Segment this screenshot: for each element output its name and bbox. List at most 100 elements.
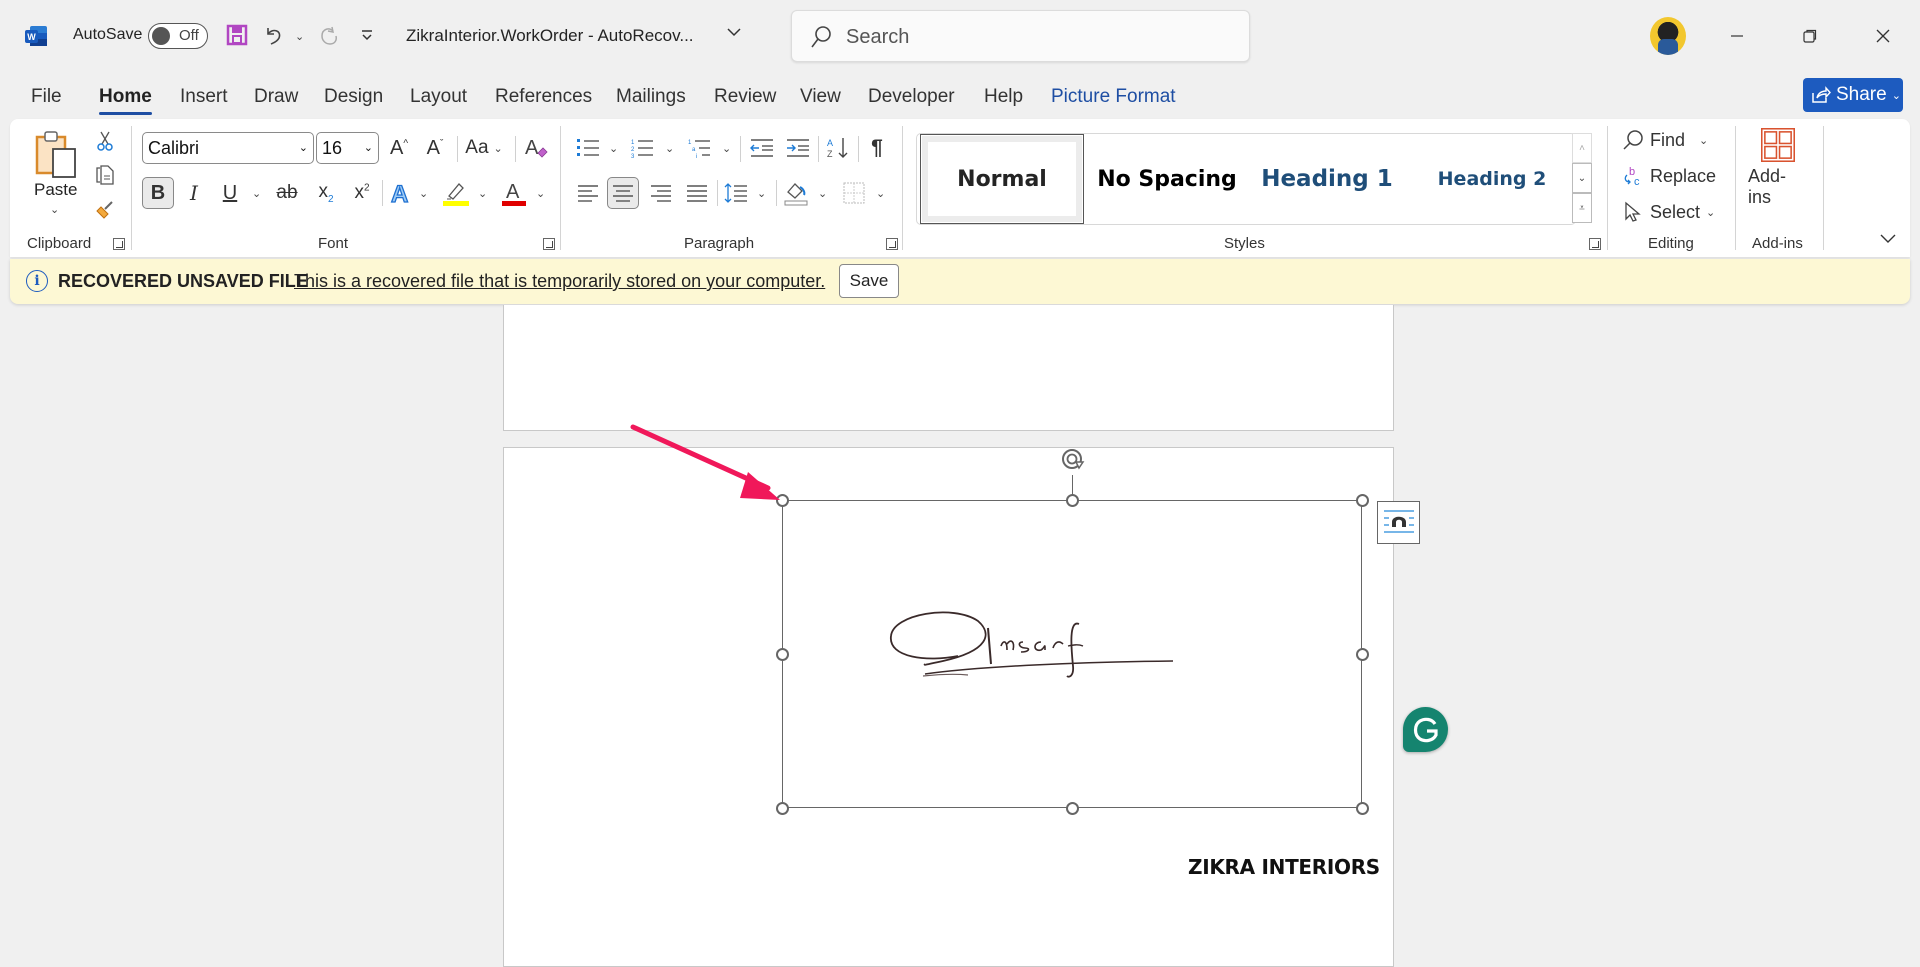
bold-button[interactable]: B	[142, 177, 174, 209]
paste-button[interactable]	[30, 128, 82, 182]
styles-scroll-up-icon[interactable]: ˄	[1572, 133, 1592, 163]
collapse-ribbon-button[interactable]	[1876, 228, 1900, 250]
customize-qat-icon[interactable]	[354, 22, 380, 48]
styles-more-icon[interactable]: ⩡	[1572, 193, 1592, 223]
styles-launcher-icon[interactable]	[1589, 238, 1601, 250]
tab-developer[interactable]: Developer	[868, 86, 955, 108]
font-color-chevron-icon[interactable]: ⌄	[536, 187, 545, 200]
borders-chevron-icon[interactable]: ⌄	[876, 187, 885, 200]
borders-button[interactable]	[840, 177, 868, 209]
infobar-save-button[interactable]: Save	[839, 264, 899, 298]
line-spacing-button[interactable]	[722, 177, 750, 209]
paste-label[interactable]: Paste	[34, 180, 77, 200]
tab-view[interactable]: View	[800, 86, 841, 108]
tab-help[interactable]: Help	[984, 86, 1023, 108]
tab-mailings[interactable]: Mailings	[616, 86, 686, 108]
tab-insert[interactable]: Insert	[180, 86, 228, 108]
sort-button[interactable]: AZ	[824, 134, 852, 162]
paste-dropdown-icon[interactable]: ⌄	[50, 203, 59, 216]
align-right-button[interactable]	[647, 177, 675, 209]
numbering-chevron-icon[interactable]: ⌄	[665, 142, 674, 155]
increase-indent-button[interactable]	[784, 134, 812, 162]
clipboard-launcher-icon[interactable]	[113, 238, 125, 250]
tab-home[interactable]: Home	[99, 86, 152, 115]
strikethrough-button[interactable]: ab	[272, 177, 302, 209]
save-icon[interactable]	[224, 22, 250, 48]
line-spacing-chevron-icon[interactable]: ⌄	[757, 187, 766, 200]
share-button[interactable]: Share ⌄	[1803, 78, 1903, 112]
tab-file[interactable]: File	[31, 86, 62, 108]
copy-button[interactable]	[93, 162, 117, 188]
styles-scroll-down-icon[interactable]: ⌄	[1572, 163, 1592, 193]
document-page-1[interactable]	[503, 305, 1394, 431]
resize-handle-top[interactable]	[1065, 493, 1079, 507]
undo-dropdown-icon[interactable]: ⌄	[295, 30, 304, 43]
bullets-button[interactable]	[574, 134, 602, 162]
tab-design[interactable]: Design	[324, 86, 383, 108]
multilevel-list-button[interactable]: 1ai	[685, 134, 713, 162]
numbering-button[interactable]: 123	[628, 134, 656, 162]
close-button[interactable]	[1860, 18, 1906, 54]
italic-button[interactable]: I	[180, 177, 208, 209]
superscript-button[interactable]: x2	[348, 177, 376, 209]
highlight-button[interactable]	[442, 177, 470, 209]
tab-references[interactable]: References	[495, 86, 592, 108]
tab-layout[interactable]: Layout	[410, 86, 467, 108]
style-no-spacing[interactable]: No Spacing	[1087, 134, 1247, 224]
style-heading-2[interactable]: Heading 2	[1407, 134, 1577, 224]
resize-handle-bottom-right[interactable]	[1355, 801, 1369, 815]
redo-icon[interactable]	[316, 22, 342, 48]
tab-review[interactable]: Review	[714, 86, 776, 108]
change-case-button[interactable]: Aa ⌄	[461, 133, 507, 163]
title-chevron-down-icon[interactable]	[726, 24, 742, 45]
signature-picture[interactable]	[782, 500, 1362, 808]
align-center-button[interactable]	[607, 177, 639, 209]
resize-handle-top-right[interactable]	[1355, 493, 1369, 507]
subscript-button[interactable]: x2	[312, 177, 340, 209]
rotate-handle-icon[interactable]	[1059, 444, 1087, 472]
resize-handle-bottom[interactable]	[1065, 801, 1079, 815]
word-logo-icon[interactable]: W	[24, 24, 48, 48]
add-ins-button[interactable]: Add-ins	[1748, 128, 1808, 208]
layout-options-button[interactable]	[1377, 501, 1420, 544]
paragraph-launcher-icon[interactable]	[886, 238, 898, 250]
replace-button[interactable]: bc Replace	[1622, 163, 1718, 189]
bullets-chevron-icon[interactable]: ⌄	[609, 142, 618, 155]
text-effects-button[interactable]: A	[387, 177, 415, 209]
font-color-button[interactable]: A	[500, 177, 528, 209]
undo-icon[interactable]	[261, 22, 287, 48]
font-size-combo[interactable]: 16 ⌄	[316, 132, 379, 164]
align-left-button[interactable]	[574, 177, 602, 209]
tab-picture-format[interactable]: Picture Format	[1051, 86, 1176, 108]
text-effects-chevron-icon[interactable]: ⌄	[419, 187, 428, 200]
underline-chevron-icon[interactable]: ⌄	[252, 187, 261, 200]
infobar-message-link[interactable]: This is a recovered file that is tempora…	[294, 271, 825, 292]
grow-font-button[interactable]: A^	[385, 133, 413, 163]
font-name-combo[interactable]: Calibri ⌄	[142, 132, 314, 164]
account-avatar[interactable]	[1650, 17, 1686, 55]
highlight-chevron-icon[interactable]: ⌄	[478, 187, 487, 200]
multilevel-chevron-icon[interactable]: ⌄	[722, 142, 731, 155]
justify-button[interactable]	[683, 177, 711, 209]
cut-button[interactable]	[94, 128, 116, 154]
resize-handle-left[interactable]	[775, 647, 789, 661]
grammarly-button[interactable]	[1403, 707, 1448, 752]
select-button[interactable]: Select ⌄	[1622, 199, 1718, 225]
clear-formatting-button[interactable]: A	[521, 133, 551, 163]
style-normal[interactable]: Normal	[920, 134, 1084, 224]
document-title[interactable]: ZikraInterior.WorkOrder - AutoRecov...	[406, 26, 694, 46]
shading-chevron-icon[interactable]: ⌄	[818, 187, 827, 200]
restore-button[interactable]	[1787, 18, 1833, 54]
underline-button[interactable]: U	[217, 177, 243, 209]
format-painter-button[interactable]	[93, 197, 117, 223]
find-button[interactable]: Find ⌄	[1622, 127, 1718, 153]
show-formatting-button[interactable]: ¶	[864, 134, 890, 162]
shading-button[interactable]	[782, 177, 810, 209]
resize-handle-right[interactable]	[1355, 647, 1369, 661]
style-heading-1[interactable]: Heading 1	[1247, 134, 1407, 224]
shrink-font-button[interactable]: Aˇ	[421, 133, 449, 163]
resize-handle-bottom-left[interactable]	[775, 801, 789, 815]
search-input[interactable]: Search	[791, 10, 1250, 62]
decrease-indent-button[interactable]	[748, 134, 776, 162]
autosave-toggle[interactable]: Off	[148, 23, 208, 49]
